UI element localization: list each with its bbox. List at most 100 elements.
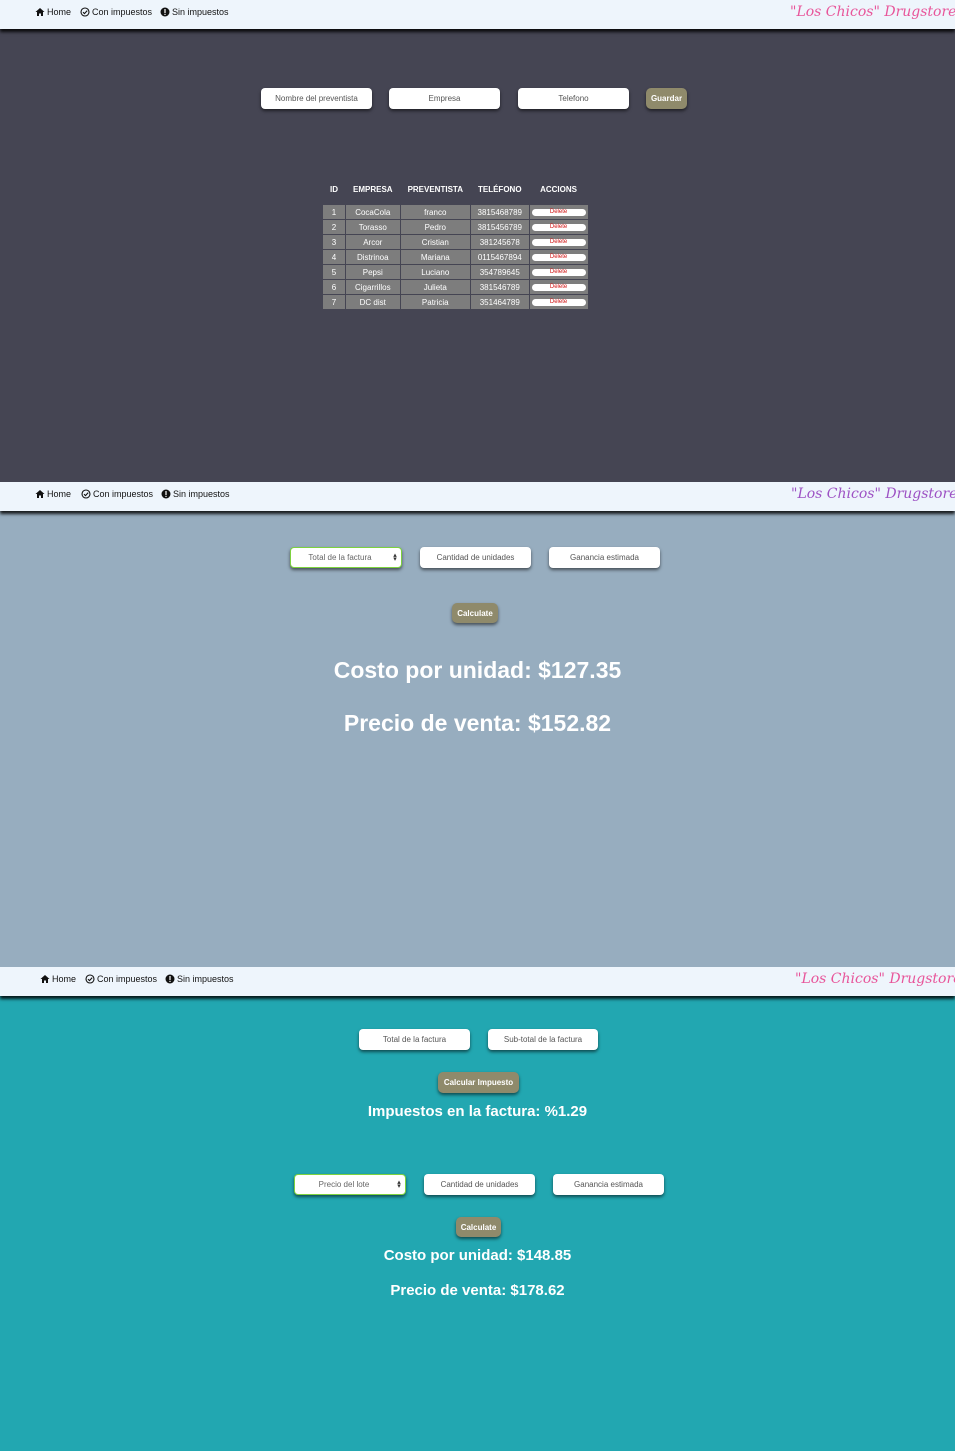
sin-impuestos-page: Home Con impuestos Sin impuestos "Los Ch… xyxy=(0,482,955,967)
cell-acciones: Delete xyxy=(529,235,588,249)
cell-acciones: Delete xyxy=(529,295,588,309)
check-circle-icon xyxy=(81,489,91,499)
nav-sin-impuestos[interactable]: Sin impuestos xyxy=(160,7,229,17)
col-header-id: ID xyxy=(330,184,338,194)
preventistas-page: Home Con impuestos Sin impuestos "Los Ch… xyxy=(0,0,955,482)
navbar: Home Con impuestos Sin impuestos "Los Ch… xyxy=(0,967,955,996)
delete-button[interactable]: Delete xyxy=(531,223,586,231)
check-circle-icon xyxy=(80,7,90,17)
table-row: 5 Pepsi Luciano 354789645 Delete xyxy=(323,265,588,279)
costo-unidad-result: Costo por unidad: $148.85 xyxy=(383,1247,572,1264)
nav-con-impuestos-label: Con impuestos xyxy=(92,7,153,17)
brand-logo[interactable]: "Los Chicos" Drugstore xyxy=(790,4,955,20)
nav-sin-impuestos[interactable]: Sin impuestos xyxy=(165,974,234,984)
nav-con-impuestos-label: Con impuestos xyxy=(93,489,154,499)
col-header-acciones: ACCIONS xyxy=(540,184,577,194)
delete-button[interactable]: Delete xyxy=(531,298,586,306)
nav-home[interactable]: Home xyxy=(35,7,71,17)
table-row: 6 Cigarrillos Julieta 381546789 Delete xyxy=(323,280,588,294)
nav-con-impuestos[interactable]: Con impuestos xyxy=(81,489,153,499)
cell-preventista: Mariana xyxy=(400,250,470,264)
precio-lote-select[interactable]: Precio del lote ▴ ▾ xyxy=(294,1174,406,1195)
cell-telefono: 3815468789 xyxy=(470,205,529,219)
cell-empresa: CocaCola xyxy=(346,205,400,219)
col-header-empresa: EMPRESA xyxy=(353,184,393,194)
nav-home[interactable]: Home xyxy=(35,489,71,499)
table-row: 1 CocaCola franco 3815468789 Delete xyxy=(323,205,588,219)
brand-logo[interactable]: "Los Chicos" Drugstore xyxy=(791,486,955,502)
col-header-preventista: PREVENTISTA xyxy=(407,184,463,194)
table-row: 7 DC dist Patricia 351464789 Delete xyxy=(323,295,588,309)
cell-preventista: Cristian xyxy=(400,235,470,249)
nav-con-impuestos-label: Con impuestos xyxy=(97,974,158,984)
cell-preventista: Patricia xyxy=(400,295,470,309)
cell-id: 5 xyxy=(323,265,345,279)
col-header-telefono: TELÉFONO xyxy=(477,184,522,194)
cell-telefono: 381546789 xyxy=(470,280,529,294)
delete-button[interactable]: Delete xyxy=(531,238,586,246)
info-circle-icon xyxy=(165,974,175,984)
cell-preventista: Julieta xyxy=(400,280,470,294)
preventistas-table: ID EMPRESA PREVENTISTA TELÉFONO ACCIONS … xyxy=(322,181,589,310)
nav-home[interactable]: Home xyxy=(40,974,76,984)
empresa-input[interactable]: Empresa xyxy=(389,88,500,109)
nav-con-impuestos[interactable]: Con impuestos xyxy=(80,7,152,17)
delete-button[interactable]: Delete xyxy=(531,268,586,276)
delete-button[interactable]: Delete xyxy=(531,253,586,261)
telefono-input[interactable]: Telefono xyxy=(518,88,629,109)
cell-id: 7 xyxy=(323,295,345,309)
home-icon xyxy=(35,8,45,16)
precio-venta-result: Precio de venta: $152.82 xyxy=(343,710,612,736)
cell-telefono: 0115467894 xyxy=(470,250,529,264)
cell-id: 6 xyxy=(323,280,345,294)
cell-id: 1 xyxy=(323,205,345,219)
impuestos-result: Impuestos en la factura: %1.29 xyxy=(367,1103,588,1120)
select-arrows-icon: ▴ ▾ xyxy=(393,551,397,563)
calcular-impuesto-button[interactable]: Calcular Impuesto xyxy=(438,1072,519,1093)
nav-sin-impuestos-label: Sin impuestos xyxy=(173,489,230,499)
nombre-preventista-input[interactable]: Nombre del preventista xyxy=(261,88,372,109)
cell-acciones: Delete xyxy=(529,205,588,219)
navbar: Home Con impuestos Sin impuestos "Los Ch… xyxy=(0,482,955,511)
table-row: 4 Distrinoa Mariana 0115467894 Delete xyxy=(323,250,588,264)
cell-telefono: 354789645 xyxy=(470,265,529,279)
home-icon xyxy=(35,490,45,498)
calculate-button[interactable]: Calculate xyxy=(456,1217,501,1237)
total-factura-input[interactable]: Total de la factura xyxy=(359,1029,470,1050)
cantidad-unidades-input[interactable]: Cantidad de unidades xyxy=(424,1174,535,1195)
con-impuestos-page: Home Con impuestos Sin impuestos "Los Ch… xyxy=(0,967,955,1451)
cell-empresa: Arcor xyxy=(346,235,400,249)
cell-acciones: Delete xyxy=(529,250,588,264)
brand-logo[interactable]: "Los Chicos" Drugstore xyxy=(795,971,955,987)
cell-empresa: Cigarrillos xyxy=(346,280,400,294)
cell-preventista: franco xyxy=(400,205,470,219)
select-value: Total de la factura xyxy=(308,553,372,562)
nav-home-label: Home xyxy=(47,7,72,17)
costo-unidad-result: Costo por unidad: $127.35 xyxy=(333,657,622,683)
cell-empresa: Pepsi xyxy=(346,265,400,279)
nav-sin-impuestos[interactable]: Sin impuestos xyxy=(161,489,230,499)
delete-button[interactable]: Delete xyxy=(531,283,586,291)
cell-telefono: 351464789 xyxy=(470,295,529,309)
total-factura-select[interactable]: Total de la factura ▴ ▾ xyxy=(290,547,402,568)
cell-preventista: Pedro xyxy=(400,220,470,234)
guardar-button[interactable]: Guardar xyxy=(646,88,687,109)
cantidad-unidades-input[interactable]: Cantidad de unidades xyxy=(420,547,531,568)
ganancia-estimada-input[interactable]: Ganancia estimada xyxy=(549,547,660,568)
cell-telefono: 3815456789 xyxy=(470,220,529,234)
table-row: 3 Arcor Cristian 381245678 Delete xyxy=(323,235,588,249)
cell-preventista: Luciano xyxy=(400,265,470,279)
delete-button[interactable]: Delete xyxy=(531,208,586,216)
info-circle-icon xyxy=(161,489,171,499)
nav-con-impuestos[interactable]: Con impuestos xyxy=(85,974,157,984)
calculate-button[interactable]: Calculate xyxy=(452,603,498,623)
table-row: 2 Torasso Pedro 3815456789 Delete xyxy=(323,220,588,234)
cell-id: 4 xyxy=(323,250,345,264)
subtotal-factura-input[interactable]: Sub-total de la factura xyxy=(488,1029,598,1050)
cell-id: 2 xyxy=(323,220,345,234)
navbar: Home Con impuestos Sin impuestos "Los Ch… xyxy=(0,0,955,29)
ganancia-estimada-input[interactable]: Ganancia estimada xyxy=(553,1174,664,1195)
cell-acciones: Delete xyxy=(529,220,588,234)
cell-empresa: DC dist xyxy=(346,295,400,309)
nav-home-label: Home xyxy=(52,974,77,984)
